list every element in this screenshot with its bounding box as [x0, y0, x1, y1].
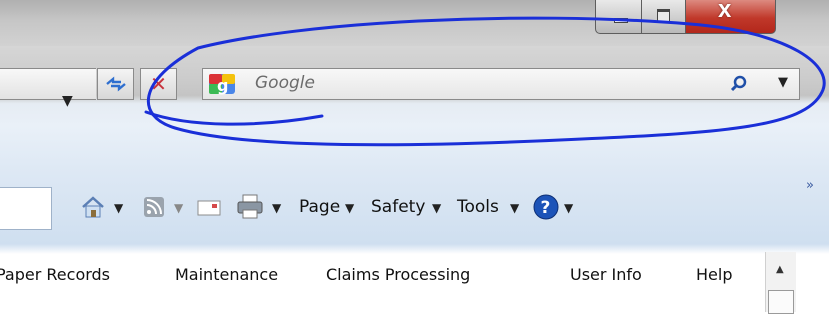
address-dropdown-icon[interactable]: ▼ — [62, 93, 73, 109]
rss-feed-icon[interactable] — [143, 196, 165, 218]
maximize-button[interactable] — [642, 0, 686, 34]
scroll-up-icon[interactable]: ▲ — [776, 264, 784, 275]
rss-dropdown-icon[interactable]: ▼ — [174, 201, 183, 215]
safety-dropdown-icon[interactable]: ▼ — [432, 201, 441, 215]
divider — [0, 244, 829, 254]
print-dropdown-icon[interactable]: ▼ — [272, 201, 281, 215]
tab-content-area — [0, 187, 52, 230]
stop-icon: ✕ — [150, 72, 167, 96]
vertical-scrollbar[interactable]: ▲ — [765, 252, 796, 314]
close-icon: x — [718, 0, 732, 23]
address-field[interactable]: ▼ — [0, 68, 96, 109]
search-box[interactable]: g Google ▼ — [202, 68, 800, 100]
print-icon[interactable] — [236, 194, 264, 220]
home-icon[interactable] — [80, 194, 106, 220]
window-controls: x — [595, 0, 776, 36]
refresh-button[interactable] — [97, 68, 134, 100]
tab-claims-processing[interactable]: Claims Processing — [326, 265, 470, 284]
navigation-bar: ▼ ✕ g Google ▼ — [0, 46, 829, 126]
home-dropdown-icon[interactable]: ▼ — [114, 201, 123, 215]
maximize-icon — [657, 9, 670, 22]
safety-menu[interactable]: Safety — [371, 197, 425, 217]
command-overflow-icon[interactable]: » — [806, 178, 814, 193]
google-logo-icon: g — [209, 74, 235, 95]
command-bar: ▼ ▼ ▼ Page ▼ Safety ▼ Tools ▼ ? ▼ » — [0, 126, 829, 244]
tab-help[interactable]: Help — [696, 265, 732, 284]
close-button[interactable]: x — [686, 0, 776, 34]
search-provider-dropdown-icon[interactable]: ▼ — [778, 75, 788, 90]
minimize-button[interactable] — [595, 0, 642, 34]
tools-dropdown-icon[interactable]: ▼ — [510, 201, 519, 215]
page-menu[interactable]: Page — [299, 197, 340, 217]
read-mail-icon[interactable] — [197, 199, 221, 217]
svg-text:g: g — [217, 76, 228, 95]
tab-paper-records[interactable]: Paper Records — [0, 265, 110, 284]
search-input[interactable]: Google — [255, 73, 315, 93]
minimize-icon — [614, 18, 628, 23]
stop-button[interactable]: ✕ — [140, 68, 177, 100]
refresh-icon — [105, 76, 126, 92]
tab-strip: Paper Records Maintenance Claims Process… — [0, 244, 829, 314]
search-icon[interactable] — [729, 74, 749, 94]
svg-text:?: ? — [541, 198, 551, 218]
title-bar: x — [0, 0, 829, 46]
tab-maintenance[interactable]: Maintenance — [175, 265, 278, 284]
scroll-thumb[interactable] — [768, 290, 794, 314]
page-dropdown-icon[interactable]: ▼ — [345, 201, 354, 215]
help-icon[interactable]: ? — [532, 193, 560, 221]
help-dropdown-icon[interactable]: ▼ — [564, 201, 573, 215]
tab-user-info[interactable]: User Info — [570, 265, 642, 284]
tools-menu[interactable]: Tools — [457, 197, 499, 217]
